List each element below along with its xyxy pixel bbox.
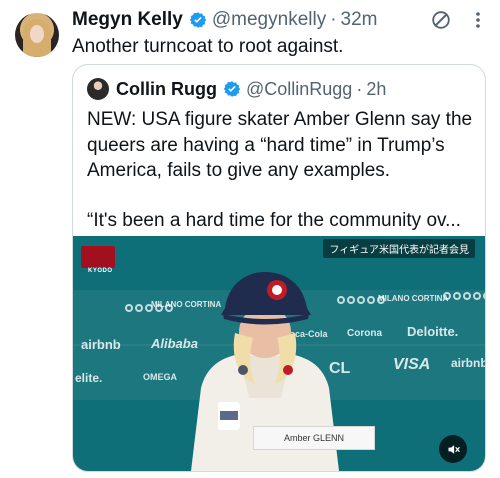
- quoted-avatar[interactable]: [87, 78, 109, 100]
- quoted-paragraph-1: NEW: USA figure skater Amber Glenn say t…: [87, 109, 473, 181]
- header-icons: [430, 9, 480, 37]
- profile-avatar[interactable]: [15, 13, 59, 57]
- olympic-rings-icon: [443, 292, 485, 300]
- deloitte-logo: Deloitte.: [407, 324, 459, 339]
- airbnb-logo: airbnb: [81, 337, 121, 352]
- author-handle[interactable]: @megynkelly: [212, 9, 326, 31]
- omega-logo: OMEGA: [143, 372, 178, 382]
- kyodo-logo: KYODO: [81, 246, 115, 274]
- nameplate: Amber GLENN: [253, 426, 375, 450]
- post-text: Another turncoat to root against.: [72, 36, 344, 57]
- kyodo-label: KYODO: [88, 268, 113, 274]
- elite-logo: elite.: [75, 371, 103, 385]
- visa-logo: VISA: [393, 356, 431, 373]
- airbnb-logo: airbnb: [451, 356, 485, 370]
- verified-badge-icon: [189, 11, 207, 29]
- post-header: Megyn Kelly @megynkelly · 32m: [72, 8, 480, 32]
- quoted-paragraph-2: “It's been a hard time for the community…: [87, 209, 461, 231]
- quoted-text: NEW: USA figure skater Amber Glenn say t…: [87, 107, 477, 233]
- corona-logo: Corona: [347, 328, 382, 339]
- video-caption: フィギュア米国代表が記者会見: [323, 239, 475, 258]
- grok-icon[interactable]: [430, 9, 452, 37]
- quoted-separator: ·: [356, 78, 363, 99]
- quoted-handle[interactable]: @CollinRugg: [246, 79, 352, 100]
- separator: ·: [330, 9, 337, 30]
- quoted-timestamp[interactable]: 2h: [366, 79, 386, 100]
- mute-button[interactable]: [439, 435, 467, 463]
- avatar-face: [30, 25, 44, 43]
- timestamp[interactable]: 32m: [341, 9, 378, 31]
- quoted-author-name[interactable]: Collin Rugg: [116, 79, 217, 100]
- quoted-header: Collin Rugg @CollinRugg · 2h: [87, 77, 473, 101]
- author-name[interactable]: Megyn Kelly: [72, 9, 183, 31]
- quoted-verified-badge-icon: [223, 80, 241, 98]
- more-options-icon[interactable]: [476, 11, 480, 35]
- cortina-logo: MILANO CORTINA: [378, 294, 449, 303]
- quoted-post[interactable]: Collin Rugg @CollinRugg · 2h NEW: USA fi…: [72, 64, 486, 472]
- video-player[interactable]: KYODO フィギュア米国代表が記者会見 MILANO CORTINA MILA…: [73, 236, 485, 471]
- mute-icon: [448, 444, 460, 454]
